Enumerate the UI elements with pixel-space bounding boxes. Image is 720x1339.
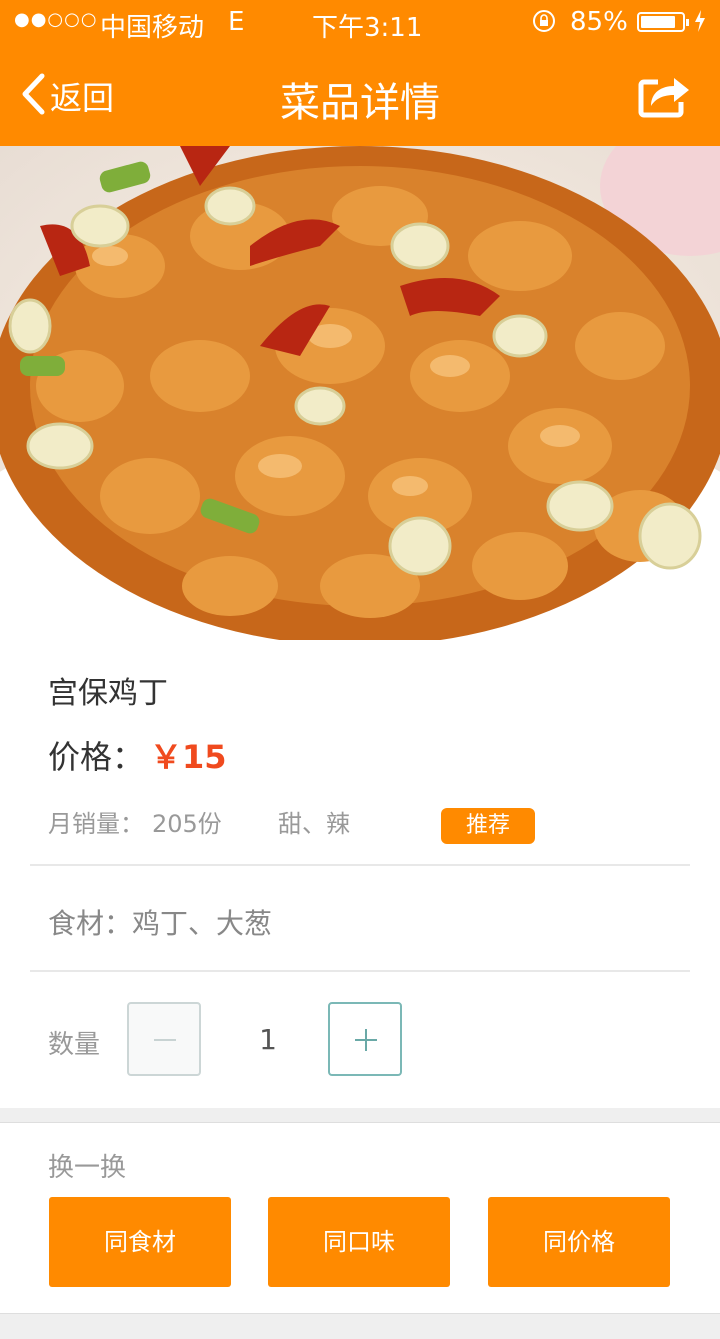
carrier-name: 中国移动 — [100, 13, 205, 43]
minus-icon — [154, 1039, 176, 1041]
swap-section: 换一换 同食材 同口味 同价格 — [0, 1122, 720, 1314]
dish-name: 宫保鸡丁 — [48, 676, 168, 711]
price-value: ￥15 — [150, 738, 227, 776]
taste-tags: 甜、辣 — [278, 810, 350, 838]
charging-icon — [694, 9, 706, 39]
price-row: 价格： ￥15 — [48, 732, 227, 778]
swap-title: 换一换 — [48, 1153, 127, 1183]
status-bar: ●●○○○ 中国移动 E 下午3:11 85% — [0, 0, 720, 46]
recommend-badge: 推荐 — [441, 808, 535, 844]
same-taste-button[interactable]: 同口味 — [268, 1197, 450, 1287]
battery-percent: 85% — [570, 7, 628, 37]
same-ingredient-button[interactable]: 同食材 — [49, 1197, 231, 1287]
battery-icon — [637, 12, 689, 32]
ingredients-text: 食材：鸡丁、大葱 — [48, 907, 273, 940]
dish-photo — [0, 146, 720, 640]
header-bar: ●●○○○ 中国移动 E 下午3:11 85% 返回 菜品详情 — [0, 0, 720, 146]
quantity-label: 数量 — [48, 1030, 101, 1060]
dish-info-panel: 宫保鸡丁 价格： ￥15 月销量： 205份 甜、辣 推荐 食材：鸡丁、大葱 数量 — [0, 640, 720, 1108]
network-type: E — [228, 7, 245, 37]
page-title: 菜品详情 — [280, 80, 440, 126]
increase-quantity-button[interactable] — [328, 1002, 402, 1076]
sales-value: 205份 — [152, 810, 222, 838]
sales-label: 月销量： — [48, 810, 144, 838]
sales-row: 月销量： 205份 甜、辣 — [48, 804, 350, 839]
price-label: 价格： — [48, 738, 145, 776]
share-button[interactable] — [636, 68, 692, 124]
signal-strength: ●●○○○ — [14, 9, 98, 30]
clock: 下午3:11 — [312, 13, 423, 43]
divider — [30, 864, 690, 866]
share-icon — [636, 78, 692, 128]
decrease-quantity-button[interactable] — [127, 1002, 201, 1076]
rotation-lock-icon — [530, 7, 558, 42]
quantity-input[interactable] — [226, 1022, 310, 1057]
divider — [30, 970, 690, 972]
nav-bar: 返回 菜品详情 — [0, 46, 720, 146]
same-price-button[interactable]: 同价格 — [488, 1197, 670, 1287]
